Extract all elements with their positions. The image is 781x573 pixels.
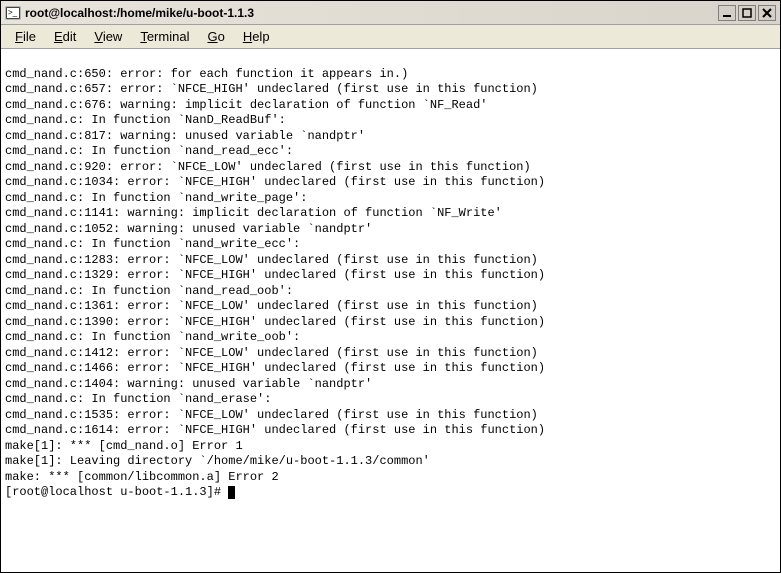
terminal-line: cmd_nand.c:676: warning: implicit declar… xyxy=(5,98,776,114)
terminal-line: cmd_nand.c:920: error: `NFCE_LOW' undecl… xyxy=(5,160,776,176)
terminal-line: cmd_nand.c:1329: error: `NFCE_HIGH' unde… xyxy=(5,268,776,284)
close-button[interactable] xyxy=(758,5,776,21)
terminal-line: cmd_nand.c:1283: error: `NFCE_LOW' undec… xyxy=(5,253,776,269)
titlebar: >_ root@localhost:/home/mike/u-boot-1.1.… xyxy=(1,1,780,25)
terminal-line: make: *** [common/libcommon.a] Error 2 xyxy=(5,470,776,486)
terminal-output[interactable]: cmd_nand.c:650: error: for each function… xyxy=(1,49,780,572)
terminal-app-icon: >_ xyxy=(5,5,21,21)
terminal-line: cmd_nand.c:817: warning: unused variable… xyxy=(5,129,776,145)
terminal-line: cmd_nand.c:1466: error: `NFCE_HIGH' unde… xyxy=(5,361,776,377)
terminal-line: cmd_nand.c:1052: warning: unused variabl… xyxy=(5,222,776,238)
menu-terminal[interactable]: Terminal xyxy=(132,27,197,46)
menu-help[interactable]: Help xyxy=(235,27,278,46)
terminal-line: make[1]: *** [cmd_nand.o] Error 1 xyxy=(5,439,776,455)
svg-text:>_: >_ xyxy=(8,8,18,17)
terminal-line: cmd_nand.c: In function `nand_write_oob'… xyxy=(5,330,776,346)
terminal-line: make[1]: Leaving directory `/home/mike/u… xyxy=(5,454,776,470)
terminal-line: cmd_nand.c:1361: error: `NFCE_LOW' undec… xyxy=(5,299,776,315)
terminal-line: cmd_nand.c: In function `nand_write_ecc'… xyxy=(5,237,776,253)
terminal-line: cmd_nand.c:1141: warning: implicit decla… xyxy=(5,206,776,222)
terminal-line: cmd_nand.c:1404: warning: unused variabl… xyxy=(5,377,776,393)
terminal-line: cmd_nand.c: In function `NanD_ReadBuf': xyxy=(5,113,776,129)
menu-file[interactable]: File xyxy=(7,27,44,46)
terminal-line: cmd_nand.c: In function `nand_erase': xyxy=(5,392,776,408)
terminal-line: cmd_nand.c: In function `nand_read_ecc': xyxy=(5,144,776,160)
terminal-line: cmd_nand.c:1535: error: `NFCE_LOW' undec… xyxy=(5,408,776,424)
menu-go[interactable]: Go xyxy=(199,27,232,46)
terminal-line: cmd_nand.c:657: error: `NFCE_HIGH' undec… xyxy=(5,82,776,98)
maximize-button[interactable] xyxy=(738,5,756,21)
menu-view[interactable]: View xyxy=(86,27,130,46)
terminal-cursor xyxy=(228,486,235,499)
terminal-line: cmd_nand.c:1390: error: `NFCE_HIGH' unde… xyxy=(5,315,776,331)
terminal-prompt[interactable]: [root@localhost u-boot-1.1.3]# xyxy=(5,485,776,501)
terminal-line: cmd_nand.c:650: error: for each function… xyxy=(5,67,776,83)
menu-edit[interactable]: Edit xyxy=(46,27,84,46)
window-title: root@localhost:/home/mike/u-boot-1.1.3 xyxy=(25,6,718,20)
window-controls xyxy=(718,5,776,21)
minimize-button[interactable] xyxy=(718,5,736,21)
terminal-line: cmd_nand.c: In function `nand_write_page… xyxy=(5,191,776,207)
prompt-text: [root@localhost u-boot-1.1.3]# xyxy=(5,485,228,499)
terminal-line: cmd_nand.c: In function `nand_read_oob': xyxy=(5,284,776,300)
terminal-line: cmd_nand.c:1412: error: `NFCE_LOW' undec… xyxy=(5,346,776,362)
menubar: File Edit View Terminal Go Help xyxy=(1,25,780,49)
terminal-line: cmd_nand.c:1034: error: `NFCE_HIGH' unde… xyxy=(5,175,776,191)
terminal-line: cmd_nand.c:1614: error: `NFCE_HIGH' unde… xyxy=(5,423,776,439)
